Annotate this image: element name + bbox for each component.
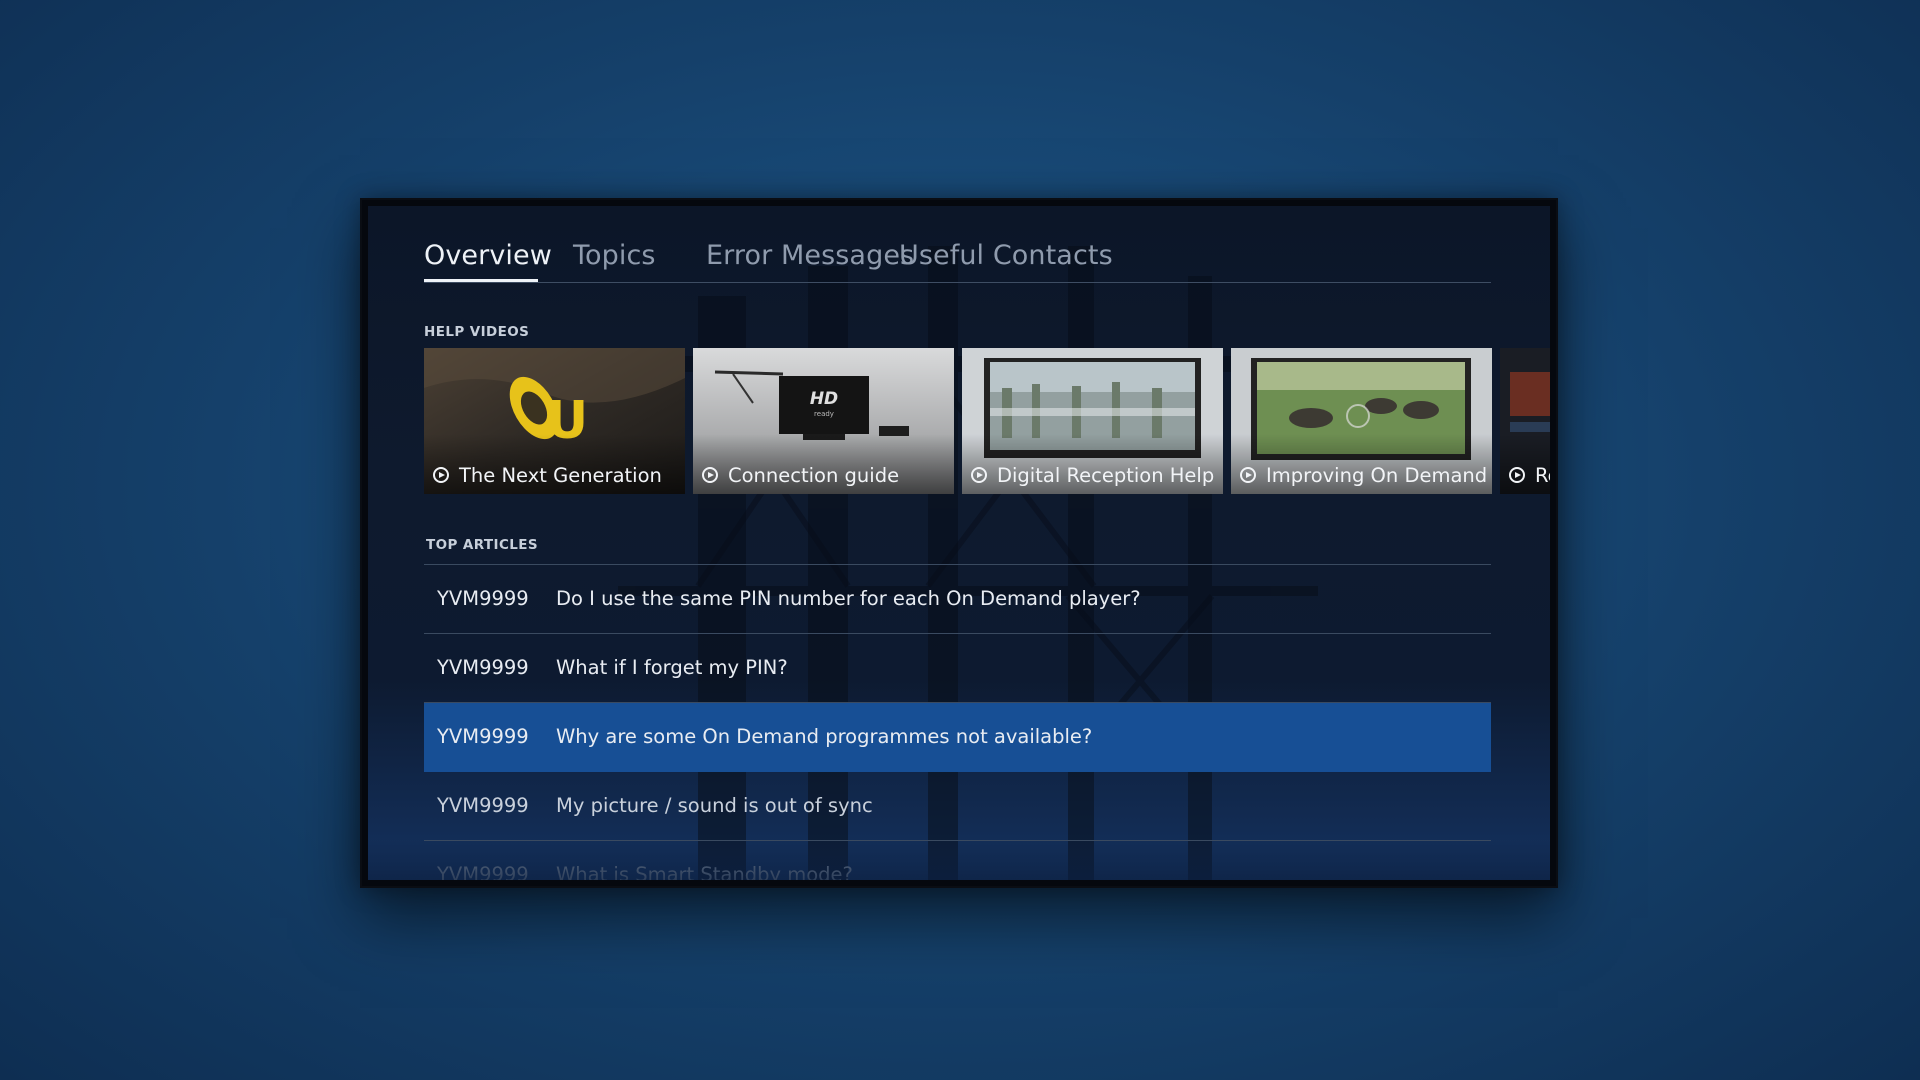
article-code: YVM9999 [437, 656, 529, 679]
tab-useful-contacts[interactable]: Useful Contacts [899, 240, 1113, 271]
help-videos-heading: HELP VIDEOS [424, 324, 530, 340]
article-title: What is Smart Standby mode? [556, 863, 853, 880]
article-row[interactable]: YVM9999 Do I use the same PIN number for… [424, 564, 1491, 634]
video-title: Improving On Demand [1266, 464, 1488, 487]
video-card-improving-on-demand[interactable]: Improving On Demand [1231, 348, 1492, 494]
article-row[interactable]: YVM9999 My picture / sound is out of syn… [424, 772, 1491, 841]
article-row-selected[interactable]: YVM9999 Why are some On Demand programme… [424, 703, 1491, 772]
tab-topics-label: Topics [573, 240, 656, 271]
play-circle-icon [433, 467, 449, 483]
video-title: The Next Generation [459, 464, 662, 487]
video-card-next-generation[interactable]: U The Next Generation [424, 348, 685, 494]
tab-useful-contacts-label: Useful Contacts [899, 240, 1113, 271]
play-circle-icon [1509, 467, 1525, 483]
play-circle-icon [971, 467, 987, 483]
tab-error-messages-label: Error Messages [706, 240, 915, 271]
tab-overview[interactable]: Overview [424, 240, 552, 282]
tab-overview-label: Overview [424, 240, 552, 271]
article-code: YVM9999 [437, 794, 529, 817]
play-circle-icon [1240, 467, 1256, 483]
tab-error-messages[interactable]: Error Messages [706, 240, 914, 271]
tab-active-indicator [424, 279, 538, 282]
article-row[interactable]: YVM9999 What is Smart Standby mode? [424, 841, 1491, 880]
help-page: Overview Topics Error Messages Useful Co… [368, 206, 1550, 880]
top-articles-list: YVM9999 Do I use the same PIN number for… [424, 564, 1491, 880]
video-title: Connection guide [728, 464, 900, 487]
thumbnail-hd-subtext: ready [814, 410, 834, 418]
article-title: My picture / sound is out of sync [556, 794, 873, 817]
article-title: What if I forget my PIN? [556, 656, 788, 679]
article-row[interactable]: YVM9999 What if I forget my PIN? [424, 634, 1491, 703]
tv-screen: Overview Topics Error Messages Useful Co… [368, 206, 1550, 880]
article-title: Why are some On Demand programmes not av… [556, 725, 1093, 748]
article-code: YVM9999 [437, 587, 529, 610]
video-title: Re [1535, 464, 1550, 487]
video-card-partial[interactable]: Re [1500, 348, 1550, 494]
tab-bar: Overview Topics Error Messages Useful Co… [424, 236, 1491, 283]
tv-frame: Overview Topics Error Messages Useful Co… [360, 198, 1558, 888]
article-code: YVM9999 [437, 725, 529, 748]
article-code: YVM9999 [437, 863, 529, 880]
help-videos-carousel: U The Next Generation HD ready Connectio… [424, 348, 1550, 494]
article-title: Do I use the same PIN number for each On… [556, 587, 1141, 610]
video-card-connection-guide[interactable]: HD ready Connection guide [693, 348, 954, 494]
play-circle-icon [702, 467, 718, 483]
top-articles-heading: TOP ARTICLES [426, 537, 539, 553]
video-title: Digital Reception Help [997, 464, 1215, 487]
thumbnail-hd-text: HD [810, 389, 838, 409]
tab-topics[interactable]: Topics [573, 240, 656, 271]
video-card-digital-reception[interactable]: Digital Reception Help [962, 348, 1223, 494]
